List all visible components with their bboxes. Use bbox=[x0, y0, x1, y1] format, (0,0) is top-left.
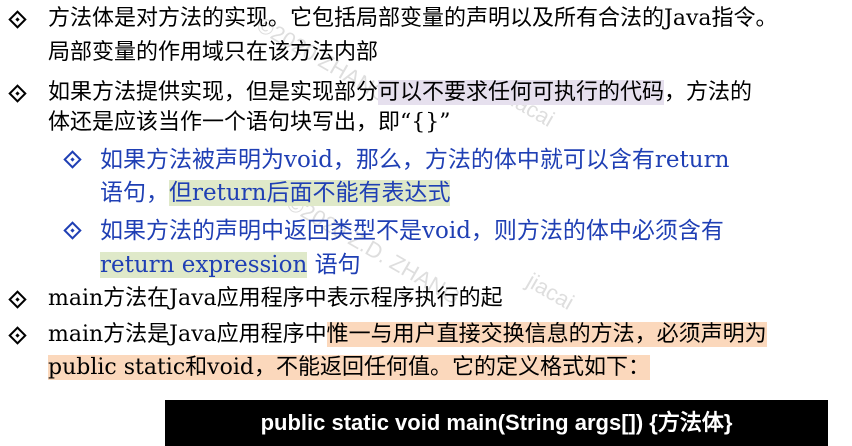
diamond-bullet-icon bbox=[8, 84, 27, 103]
sub-bullet-text: 如果方法的声明中返回类型不是void，则方法的体中必须含有 bbox=[100, 218, 724, 244]
bullet-text: main方法在Java应用程序中表示程序执行的起 bbox=[48, 286, 503, 311]
highlight: 但return后面不能有表达式 bbox=[169, 180, 451, 206]
diamond-bullet-icon bbox=[8, 10, 27, 29]
sub-bullet-text: return expression 语句 bbox=[100, 252, 361, 278]
bullet-text: 局部变量的作用域只在该方法内部 bbox=[48, 40, 379, 65]
sub-bullet-text: 语句，但return后面不能有表达式 bbox=[100, 180, 451, 206]
bullet-text: 方法体是对方法的实现。它包括局部变量的声明以及所有合法的Java指令。 bbox=[48, 6, 778, 31]
bullet-text: 体还是应该当作一个语句块写出，即“{}” bbox=[48, 110, 451, 135]
highlight: public static和void bbox=[48, 355, 254, 380]
watermark: jiacai bbox=[522, 268, 579, 315]
diamond-bullet-icon bbox=[63, 221, 82, 240]
diamond-bullet-icon bbox=[63, 150, 82, 169]
bullet-text: main方法是Java应用程序中惟一与用户直接交换信息的方法，必须声明为 bbox=[48, 322, 767, 347]
code-block: public static void main(String args[]) {… bbox=[165, 400, 828, 446]
diamond-bullet-icon bbox=[8, 326, 27, 345]
sub-bullet-text: 如果方法被声明为void，那么，方法的体中就可以含有return bbox=[100, 147, 730, 173]
highlight: 可以不要求任何可执行的代码 bbox=[378, 80, 665, 105]
highlight: return expression bbox=[100, 252, 308, 278]
bullet-text: public static和void，不能返回任何值。它的定义格式如下： bbox=[48, 355, 650, 380]
highlight: 惟一与用户直接交换信息的方法，必须声明为 bbox=[326, 322, 767, 347]
bullet-text: 如果方法提供实现，但是实现部分可以不要求任何可执行的代码，方法的 bbox=[48, 80, 753, 105]
diamond-bullet-icon bbox=[8, 290, 27, 309]
